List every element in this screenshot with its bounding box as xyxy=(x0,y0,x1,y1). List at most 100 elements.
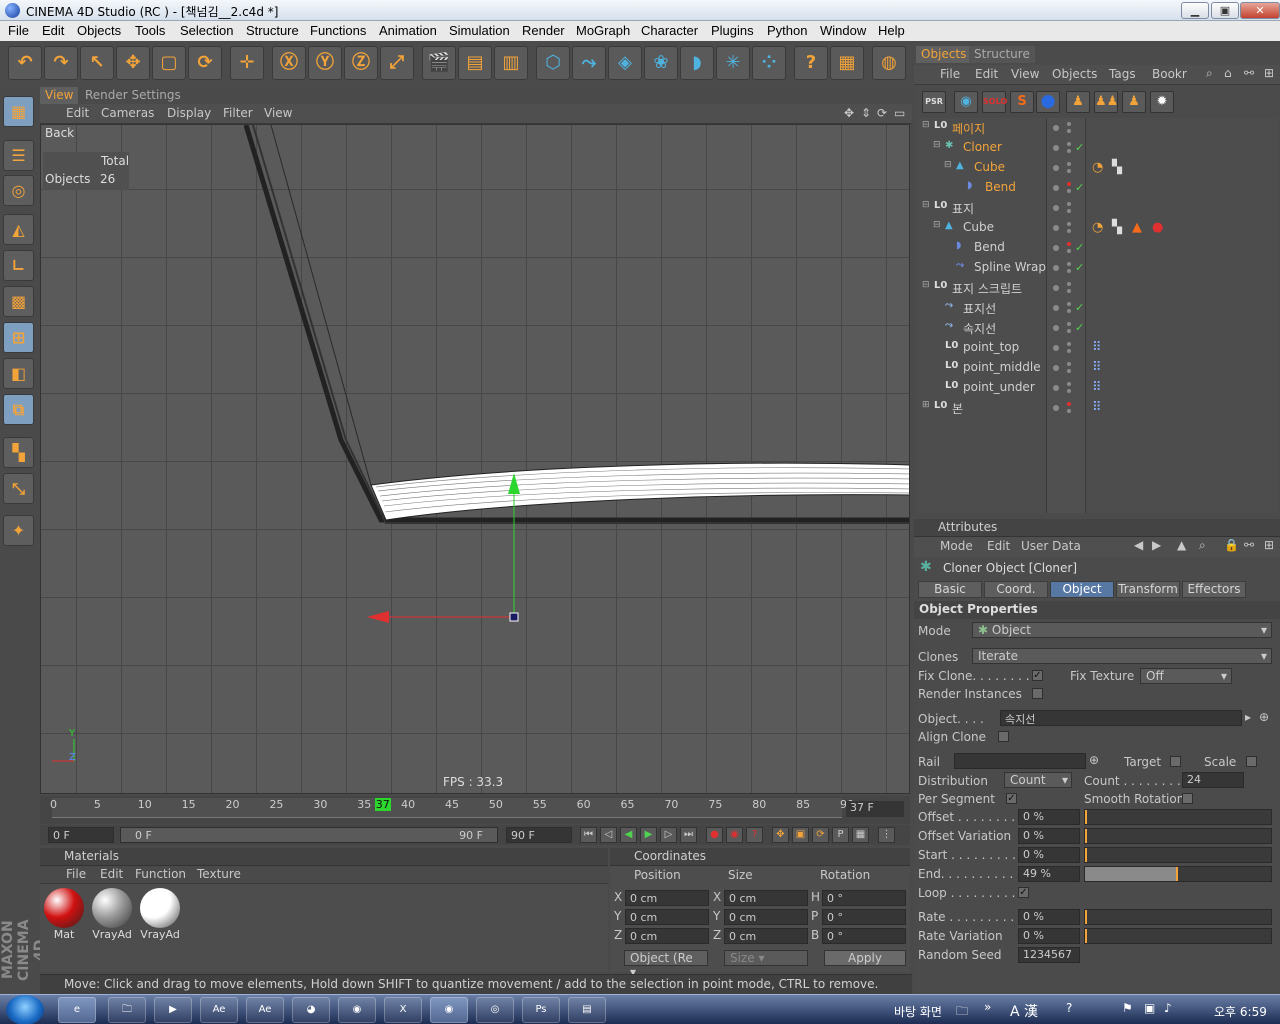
key-pla-icon[interactable]: ▦ xyxy=(852,827,869,843)
animation-mode-icon[interactable]: ⧉ xyxy=(3,394,34,425)
rotate-icon[interactable]: ⟳ xyxy=(188,46,222,80)
start-slider[interactable] xyxy=(1084,847,1272,863)
tab-transform[interactable]: Transform xyxy=(1116,581,1180,598)
material-tag-icon[interactable]: ● xyxy=(1152,220,1163,235)
rotate-view-icon[interactable]: ⟳ xyxy=(877,106,887,120)
record-icon[interactable]: ● xyxy=(706,827,723,843)
expand-toggle-icon[interactable]: ⊟ xyxy=(933,220,941,230)
scene-icon[interactable]: ✳ xyxy=(716,46,750,80)
end-slider[interactable] xyxy=(1084,866,1272,882)
material-vrayad-1[interactable]: VrayAd xyxy=(90,886,134,942)
coord-size-select[interactable]: Size ▾ xyxy=(724,950,808,966)
tree-item[interactable]: L0 point_top xyxy=(918,338,1046,358)
menu-character[interactable]: Character xyxy=(641,23,698,38)
render-visibility-dot[interactable] xyxy=(1067,389,1071,393)
xpresso-tag-icon[interactable]: ⠿ xyxy=(1092,380,1102,395)
filter-figures-icon[interactable]: ♟♟ xyxy=(1094,91,1118,113)
size-field[interactable]: 0 cm xyxy=(724,909,808,925)
expand-toggle-icon[interactable]: ⊟ xyxy=(922,120,930,130)
obj-menu-edit[interactable]: Edit xyxy=(975,67,998,81)
object-link-field[interactable]: 속지선 xyxy=(1000,710,1242,726)
tab-effectors[interactable]: Effectors xyxy=(1182,581,1246,598)
texture-tag-icon[interactable]: ▚ xyxy=(1112,220,1122,235)
autokey-icon[interactable]: ◉ xyxy=(726,827,743,843)
size-field[interactable]: 0 cm xyxy=(724,890,808,906)
world-coord-icon[interactable]: ⤢ xyxy=(380,46,414,80)
uv-icon[interactable]: ⤡ xyxy=(3,473,34,504)
xpresso-tag-icon[interactable]: ⠿ xyxy=(1092,400,1102,415)
points-mode-icon[interactable]: ◭ xyxy=(3,214,34,245)
attr-menu-mode[interactable]: Mode xyxy=(940,539,973,553)
menu-functions[interactable]: Functions xyxy=(310,23,366,38)
render-view-icon[interactable]: 🎬 xyxy=(422,46,456,80)
per-segment-checkbox[interactable]: ✓ xyxy=(1006,793,1017,804)
menu-structure[interactable]: Structure xyxy=(246,23,299,38)
network-icon[interactable]: ▣ xyxy=(1144,1001,1155,1015)
offset-var-field[interactable]: 0 % xyxy=(1018,828,1080,844)
prev-key-icon[interactable]: ◁ xyxy=(600,827,617,843)
xl-icon[interactable]: X xyxy=(384,997,422,1023)
filter-figure2-icon[interactable]: ♟ xyxy=(1122,91,1146,113)
render-visibility-dot[interactable] xyxy=(1067,349,1071,353)
explorer-icon[interactable]: 🗀 xyxy=(108,997,146,1023)
script-manager-icon[interactable]: ☰ xyxy=(3,140,34,171)
particles-icon[interactable]: ⁘ xyxy=(752,46,786,80)
help-icon[interactable]: ? xyxy=(794,46,828,80)
smooth-rotation-checkbox[interactable] xyxy=(1182,793,1193,804)
offset-slider[interactable] xyxy=(1084,809,1272,825)
xpresso-tag-icon[interactable]: ⠿ xyxy=(1092,360,1102,375)
menu-selection[interactable]: Selection xyxy=(180,23,233,38)
forward-arrow-icon[interactable]: ▶ xyxy=(1152,538,1161,552)
display-tag-icon[interactable]: ▲ xyxy=(1132,220,1142,235)
key-scale-icon[interactable]: ▣ xyxy=(792,827,809,843)
position-field[interactable]: 0 cm xyxy=(625,890,709,906)
tab-view[interactable]: View xyxy=(40,87,79,104)
desktop-folder-icon[interactable]: 🗀 xyxy=(956,1002,968,1023)
editor-visibility-dot[interactable] xyxy=(1053,225,1059,231)
go-start-icon[interactable]: ⏮ xyxy=(580,827,597,843)
timeline-ruler[interactable]: 05101520253035374045505560657075808590 xyxy=(50,798,854,818)
tree-item[interactable]: ◗ Bend xyxy=(918,238,1046,258)
editor-visibility-dot[interactable] xyxy=(1053,125,1059,131)
render-settings-icon[interactable]: ▥ xyxy=(494,46,528,80)
script-icon[interactable]: ▦ xyxy=(830,46,864,80)
render-visibility-dot[interactable] xyxy=(1067,289,1071,293)
render-visibility-dot[interactable] xyxy=(1067,402,1071,406)
object-tree[interactable]: L0 ⊟ 페이지 ✱ ⊟ Cloner ▲ ⊟ Cube ◗ Bend L0 ⊟ 표지 ▲ ⊟ Cube ◗ Ben… xyxy=(918,118,1046,513)
editor-visibility-dot[interactable] xyxy=(1053,305,1059,311)
apply-button[interactable]: Apply xyxy=(824,950,906,966)
enabled-check-icon[interactable]: ✓ xyxy=(1075,301,1084,314)
render-visibility-dot[interactable] xyxy=(1067,202,1071,206)
home-icon[interactable]: ⌂ xyxy=(1224,66,1232,80)
media-icon[interactable]: ▶ xyxy=(154,997,192,1023)
zoom-view-icon[interactable]: ⇕ xyxy=(861,106,871,120)
rail-field[interactable] xyxy=(954,753,1086,769)
close-button[interactable]: ✕ xyxy=(1240,2,1280,19)
vp-menu-edit[interactable]: Edit xyxy=(66,106,89,120)
redo-icon[interactable]: ↷ xyxy=(44,46,78,80)
filter-figure-icon[interactable]: ♟ xyxy=(1066,91,1090,113)
search-icon[interactable]: ⌕ xyxy=(1206,66,1213,81)
editor-visibility-dot[interactable] xyxy=(1053,145,1059,151)
editor-visibility-dot[interactable] xyxy=(1053,405,1059,411)
target-checkbox[interactable] xyxy=(1170,756,1181,767)
web-icon[interactable]: ◍ xyxy=(872,46,906,80)
clock[interactable]: 오후 6:59 xyxy=(1214,1003,1267,1020)
desktop-label[interactable]: 바탕 화면 xyxy=(894,1003,942,1020)
size-field[interactable]: 0 cm xyxy=(724,928,808,944)
tree-item[interactable]: ▲ ⊟ Cube xyxy=(918,158,1046,178)
render-instances-checkbox[interactable] xyxy=(1032,688,1043,699)
spline-icon[interactable]: ⤳ xyxy=(572,46,606,80)
play-backward-icon[interactable]: ◀ xyxy=(620,827,637,843)
rail-pick-icon[interactable]: ⊕ xyxy=(1089,753,1099,767)
expand-toggle-icon[interactable]: ⊟ xyxy=(933,140,941,150)
editor-visibility-dot[interactable] xyxy=(1053,345,1059,351)
render-visibility-dot[interactable] xyxy=(1067,242,1071,246)
maximize-view-icon[interactable]: ▭ xyxy=(894,106,905,120)
rotation-field[interactable]: 0 ° xyxy=(822,890,906,906)
xpresso-tag-icon[interactable]: ⠿ xyxy=(1092,340,1102,355)
timeline[interactable]: 05101520253035374045505560657075808590 3… xyxy=(40,796,910,824)
expand-toggle-icon[interactable]: ⊟ xyxy=(944,160,952,170)
menu-edit[interactable]: Edit xyxy=(42,23,64,38)
expand-toggle-icon[interactable]: ⊟ xyxy=(922,200,930,210)
